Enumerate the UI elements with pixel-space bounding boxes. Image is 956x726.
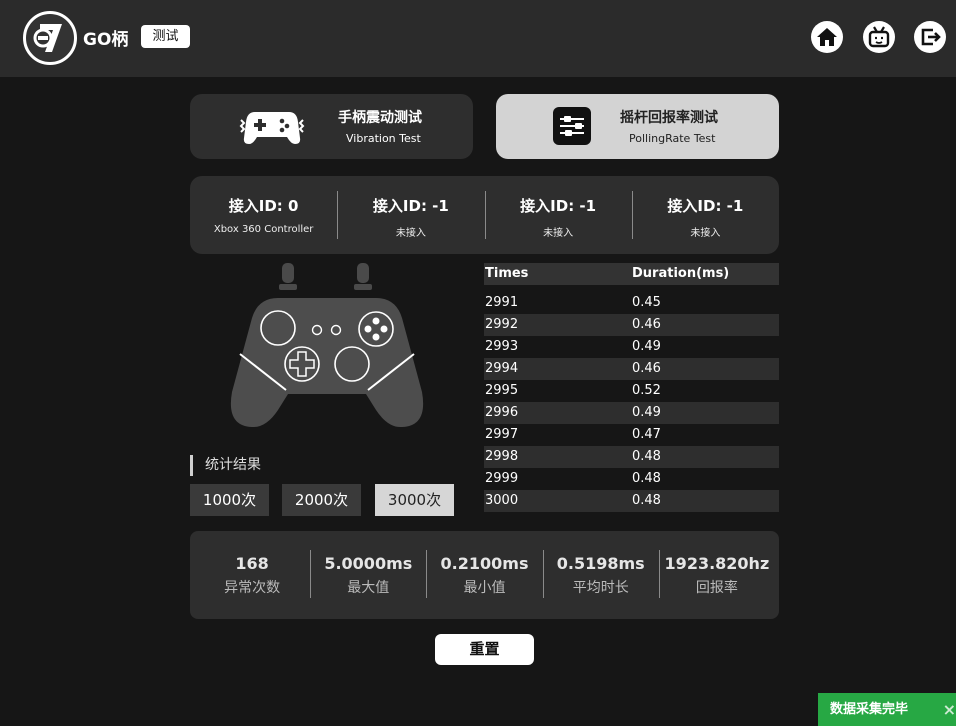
cell-duration: 0.47 <box>632 427 661 442</box>
summary-label: 最大值 <box>347 580 390 596</box>
slot-id: 接入ID: 0 <box>228 197 299 215</box>
table-row: 2996 0.49 <box>484 402 779 424</box>
table-body[interactable]: 2991 0.45 2992 0.46 2993 0.49 2994 0.46 2995… <box>484 292 779 512</box>
cell-duration: 0.46 <box>632 317 661 332</box>
logout-icon[interactable] <box>914 21 946 53</box>
summary-value: 0.2100ms <box>440 554 529 573</box>
summary-average: 0.5198ms 平均时长 <box>542 531 659 619</box>
slot-id: 接入ID: -1 <box>520 197 597 215</box>
summary-min: 0.2100ms 最小值 <box>426 531 542 619</box>
slot-device-name: 未接入 <box>395 228 426 239</box>
cell-duration: 0.45 <box>632 295 661 310</box>
column-duration: Duration(ms) <box>632 266 730 281</box>
count-1000-button[interactable]: 1000次 <box>190 484 269 516</box>
table-row: 2999 0.48 <box>484 468 779 490</box>
summary-polling-rate: 1923.820hz 回报率 <box>658 531 775 619</box>
slot-device-name: 未接入 <box>543 228 574 239</box>
cell-times: 2992 <box>485 317 519 332</box>
summary-label: 平均时长 <box>572 580 629 596</box>
summary-label: 回报率 <box>695 580 738 596</box>
cell-duration: 0.48 <box>632 471 661 486</box>
cell-duration: 0.52 <box>632 383 661 398</box>
controller-slot[interactable]: 接入ID: -1 未接入 <box>631 176 779 254</box>
summary-abnormal-count: 168 异常次数 <box>194 531 310 619</box>
table-row: 3000 0.48 <box>484 490 779 512</box>
toast-notification: 数据采集完毕 × <box>818 693 956 726</box>
table-row: 2994 0.46 <box>484 358 779 380</box>
cell-times: 2991 <box>485 295 519 310</box>
cell-duration: 0.48 <box>632 449 661 464</box>
app-header: GO柄 测试 <box>0 0 956 77</box>
mode-badge: 测试 <box>141 25 190 48</box>
cell-times: 2995 <box>485 383 519 398</box>
vibration-test-subtitle: Vibration Test <box>346 132 421 145</box>
cell-duration: 0.46 <box>632 361 661 376</box>
cell-duration: 0.48 <box>632 493 661 508</box>
summary-value: 0.5198ms <box>556 554 645 573</box>
tab-vibration-test[interactable]: 手柄震动测试 Vibration Test <box>190 94 473 159</box>
summary-label: 最小值 <box>463 580 506 596</box>
controller-slot[interactable]: 接入ID: 0 Xbox 360 Controller <box>190 176 337 254</box>
tab-polling-rate-test[interactable]: 摇杆回报率测试 PollingRate Test <box>496 94 779 159</box>
cell-times: 2994 <box>485 361 519 376</box>
cell-times: 3000 <box>485 493 519 508</box>
summary-value: 5.0000ms <box>324 554 413 573</box>
table-row: 2992 0.46 <box>484 314 779 336</box>
table-row: 2993 0.49 <box>484 336 779 358</box>
slot-id: 接入ID: -1 <box>667 197 744 215</box>
cell-duration: 0.49 <box>632 339 661 354</box>
polling-test-subtitle: PollingRate Test <box>629 132 716 145</box>
slot-id: 接入ID: -1 <box>372 197 449 215</box>
tv-robot-icon[interactable] <box>863 21 895 53</box>
slot-device-name: Xbox 360 Controller <box>213 224 314 235</box>
stats-title: 统计结果 <box>190 455 261 476</box>
polling-test-title: 摇杆回报率测试 <box>620 110 718 126</box>
cell-times: 2999 <box>485 471 519 486</box>
count-2000-button[interactable]: 2000次 <box>282 484 361 516</box>
home-icon[interactable] <box>811 21 843 53</box>
sliders-icon <box>553 107 591 145</box>
cell-times: 2996 <box>485 405 519 420</box>
table-row: 2991 0.45 <box>484 292 779 314</box>
vibration-test-title: 手柄震动测试 <box>338 110 422 126</box>
summary-max: 5.0000ms 最大值 <box>310 531 426 619</box>
controller-slots: 接入ID: 0 Xbox 360 Controller 接入ID: -1 未接入… <box>190 176 779 254</box>
cell-times: 2993 <box>485 339 519 354</box>
controller-slot[interactable]: 接入ID: -1 未接入 <box>484 176 632 254</box>
gamepad-diagram-icon <box>230 263 424 428</box>
app-name: GO柄 <box>83 30 129 50</box>
cell-times: 2997 <box>485 427 519 442</box>
polling-table: Times Duration(ms) 2991 0.45 2992 0.46 299… <box>484 263 779 512</box>
table-row: 2998 0.48 <box>484 446 779 468</box>
close-icon[interactable]: × <box>943 693 956 726</box>
reset-button[interactable]: 重置 <box>435 634 534 665</box>
column-times: Times <box>485 266 529 281</box>
controller-slot[interactable]: 接入ID: -1 未接入 <box>337 176 484 254</box>
slot-device-name: 未接入 <box>690 228 721 239</box>
summary-value: 1923.820hz <box>664 554 770 573</box>
summary-label: 异常次数 <box>224 580 281 596</box>
summary-value: 168 <box>235 554 269 573</box>
table-row: 2995 0.52 <box>484 380 779 402</box>
summary-panel: 168 异常次数 5.0000ms 最大值 0.2100ms 最小值 0.519… <box>190 531 779 619</box>
cell-times: 2998 <box>485 449 519 464</box>
table-header: Times Duration(ms) <box>484 263 779 285</box>
cell-duration: 0.49 <box>632 405 661 420</box>
toast-text: 数据采集完毕 <box>830 702 909 717</box>
count-3000-button[interactable]: 3000次 <box>375 484 454 516</box>
gamepad-vibrate-icon <box>239 112 305 144</box>
table-row: 2997 0.47 <box>484 424 779 446</box>
app-logo <box>23 11 77 65</box>
